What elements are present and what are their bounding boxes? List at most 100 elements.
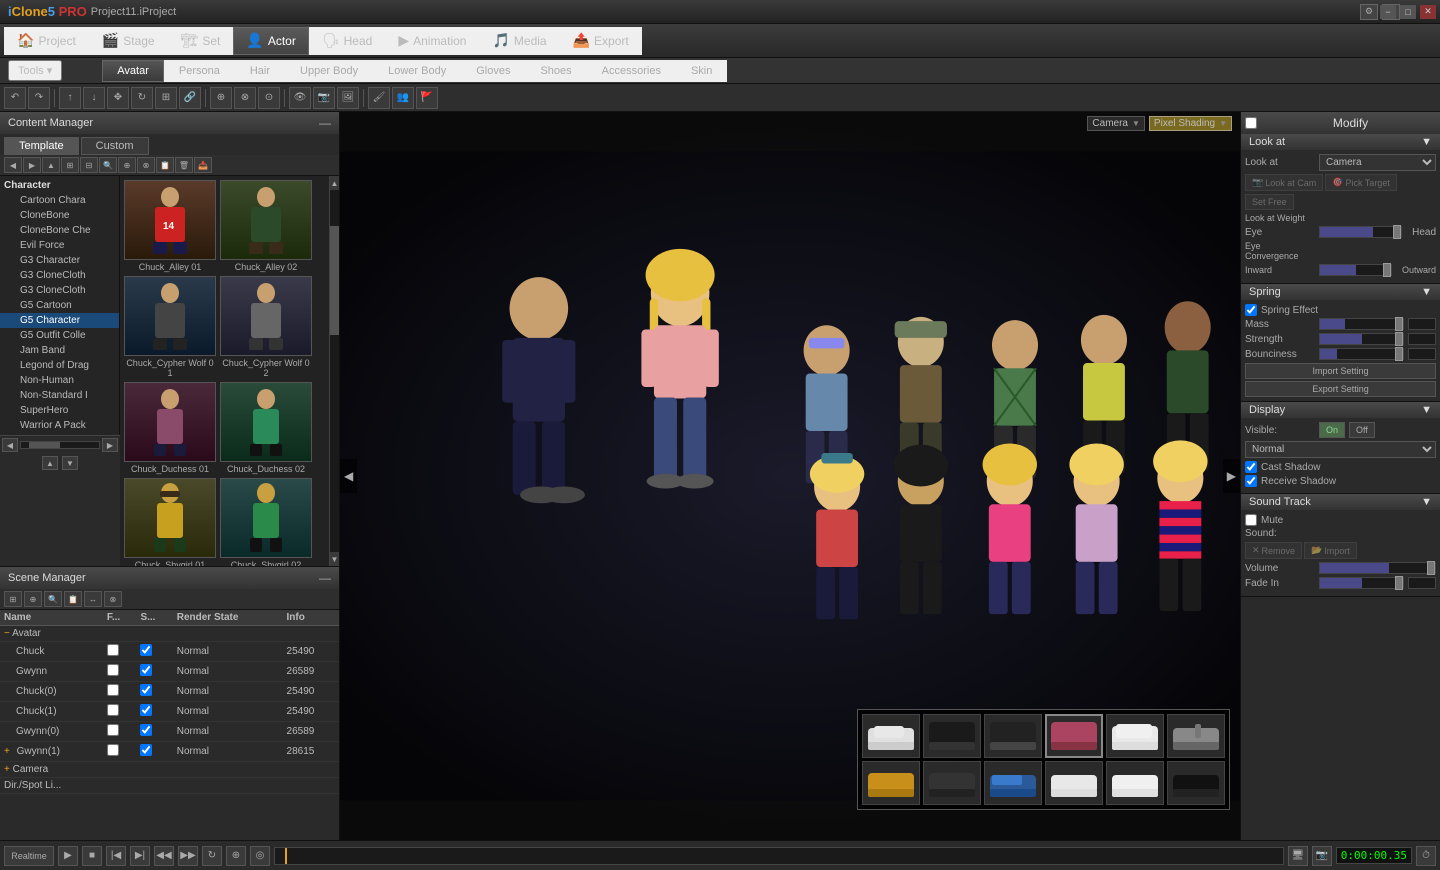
tab-skin[interactable]: Skin (676, 60, 727, 82)
table-row[interactable]: + Gwynn(1) Normal 28615 (0, 742, 339, 762)
tree-character[interactable]: Character (0, 178, 119, 193)
scene-tb-5[interactable]: ↔ (84, 591, 102, 607)
strength-slider[interactable] (1319, 333, 1404, 345)
strength-input[interactable] (1408, 333, 1436, 345)
chuck1-s-check[interactable] (140, 704, 152, 716)
tree-g5-outfit[interactable]: G5 Outfit Colle (0, 328, 119, 343)
set-free-btn[interactable]: Set Free (1245, 194, 1294, 210)
table-row[interactable]: Dir./Spot Li... (0, 778, 339, 794)
nav-media[interactable]: 🎵 Media (479, 27, 559, 55)
table-row[interactable]: Chuck(0) Normal 25490 (0, 682, 339, 702)
chuck-s-check[interactable] (140, 644, 152, 656)
table-row[interactable]: + Camera (0, 762, 339, 778)
visible-off-btn[interactable]: Off (1349, 422, 1375, 438)
ct-btn-8[interactable]: ⊗ (137, 157, 155, 173)
tree-superhero[interactable]: SuperHero (0, 403, 119, 418)
custom-tab[interactable]: Custom (81, 137, 149, 155)
fade-in-slider[interactable] (1319, 577, 1404, 589)
rotate-btn[interactable]: ↻ (131, 87, 153, 109)
shoe-item-11[interactable] (1106, 761, 1164, 805)
tab-shoes[interactable]: Shoes (525, 60, 586, 82)
realtime-btn[interactable]: Realtime (4, 846, 54, 866)
tree-legond-drag[interactable]: Legond of Drag (0, 358, 119, 373)
scene-tb-2[interactable]: ⊕ (24, 591, 42, 607)
ct-btn-7[interactable]: ⊕ (118, 157, 136, 173)
volume-slider[interactable] (1319, 562, 1436, 574)
move-up-btn[interactable]: ↑ (59, 87, 81, 109)
grid-item-chuck-cypher-02[interactable]: Chuck_Cypher Wolf 02 (220, 276, 312, 378)
stop-btn[interactable]: ■ (82, 846, 102, 866)
move-btn[interactable]: ✥ (107, 87, 129, 109)
play-btn[interactable]: ▶ (58, 846, 78, 866)
tree-left-btn[interactable]: ◀ (2, 438, 18, 452)
record-btn[interactable]: ⊕ (226, 846, 246, 866)
close-btn[interactable]: ✕ (1420, 5, 1436, 19)
shoe-item-9[interactable] (984, 761, 1042, 805)
nav-project[interactable]: 🏠 Project (4, 27, 89, 55)
mute-check[interactable] (1245, 514, 1257, 526)
scene-tb-6[interactable]: ⊗ (104, 591, 122, 607)
mass-slider[interactable] (1319, 318, 1404, 330)
shoe-item-10[interactable] (1045, 761, 1103, 805)
gwynn1-s-check[interactable] (140, 744, 152, 756)
gwynn-s-check[interactable] (140, 664, 152, 676)
chuck0-s-check[interactable] (140, 684, 152, 696)
ct-btn-10[interactable]: 🗑 (175, 157, 193, 173)
timeline-track[interactable] (274, 847, 1284, 865)
move-down-btn[interactable]: ↓ (83, 87, 105, 109)
spring-effect-check[interactable] (1245, 304, 1257, 316)
tab-accessories[interactable]: Accessories (587, 60, 676, 82)
pivot-btn[interactable]: ⊙ (258, 87, 280, 109)
pick-target-btn[interactable]: 🎯 Pick Target (1325, 174, 1397, 191)
tree-g3-character[interactable]: G3 Character (0, 253, 119, 268)
ct-btn-11[interactable]: 📥 (194, 157, 212, 173)
tab-avatar[interactable]: Avatar (102, 60, 164, 82)
receive-shadow-check[interactable] (1245, 475, 1257, 487)
scene-tb-3[interactable]: 🔍 (44, 591, 62, 607)
tools-btn[interactable]: Tools ▾ (8, 60, 62, 81)
bounciness-input[interactable] (1408, 348, 1436, 360)
prev-key-btn[interactable]: ◀◀ (154, 846, 174, 866)
table-row[interactable]: Gwynn(0) Normal 26589 (0, 722, 339, 742)
undo-btn[interactable]: ↶ (4, 87, 26, 109)
flag-btn[interactable]: 🚩 (416, 87, 438, 109)
tree-g5-character[interactable]: G5 Character (0, 313, 119, 328)
fade-in-value[interactable]: 50 (1408, 577, 1436, 589)
render-mode-dropdown[interactable]: Normal (1245, 441, 1436, 458)
chuck0-f-check[interactable] (107, 684, 119, 696)
tab-hair[interactable]: Hair (235, 60, 285, 82)
shoe-item-6[interactable] (1167, 714, 1225, 758)
table-row[interactable]: Chuck(1) Normal 25490 (0, 702, 339, 722)
multi-select-btn[interactable]: ⊗ (234, 87, 256, 109)
right-panel-check[interactable] (1245, 117, 1257, 129)
gwynn1-f-check[interactable] (107, 744, 119, 756)
prev-frame-btn[interactable]: |◀ (106, 846, 126, 866)
shoe-item-4[interactable] (1045, 714, 1103, 758)
nav-stage[interactable]: 🎬 Stage (89, 27, 168, 55)
export-setting-btn[interactable]: Export Setting (1245, 381, 1436, 397)
tree-evil-force[interactable]: Evil Force (0, 238, 119, 253)
tree-clonebone-che[interactable]: CloneBone Che (0, 223, 119, 238)
ct-btn-6[interactable]: 🔍 (99, 157, 117, 173)
camera-dropdown[interactable]: Camera ▼ (1087, 116, 1145, 131)
chuck-f-check[interactable] (107, 644, 119, 656)
scene-tb-1[interactable]: ⊞ (4, 591, 22, 607)
tree-cartoon-chara[interactable]: Cartoon Chara (0, 193, 119, 208)
paint-btn[interactable]: 🖌 (368, 87, 390, 109)
tab-upper-body[interactable]: Upper Body (285, 60, 373, 82)
visible-on-btn[interactable]: On (1319, 422, 1345, 438)
ct-btn-9[interactable]: 📋 (156, 157, 174, 173)
grid-item-chuck-shygirl-01[interactable]: Chuck_Shygirl 01 (124, 478, 216, 566)
tree-g3-clonecloth[interactable]: G3 CloneCloth (0, 268, 119, 283)
minimize-btn[interactable]: − (1380, 5, 1396, 19)
tree-warrior-pack[interactable]: Warrior A Pack (0, 418, 119, 433)
template-tab[interactable]: Template (4, 137, 79, 155)
grid-item-chuck-duchess-02[interactable]: Chuck_Duchess 02 (220, 382, 312, 474)
camera-btn[interactable]: 📷 (313, 87, 335, 109)
next-frame-btn[interactable]: ▶| (130, 846, 150, 866)
viewport-left-arrow[interactable]: ◀ (340, 459, 357, 493)
tab-persona[interactable]: Persona (164, 60, 235, 82)
mass-input[interactable] (1408, 318, 1436, 330)
ct-btn-2[interactable]: ▶ (23, 157, 41, 173)
select-btn[interactable]: ⊕ (210, 87, 232, 109)
